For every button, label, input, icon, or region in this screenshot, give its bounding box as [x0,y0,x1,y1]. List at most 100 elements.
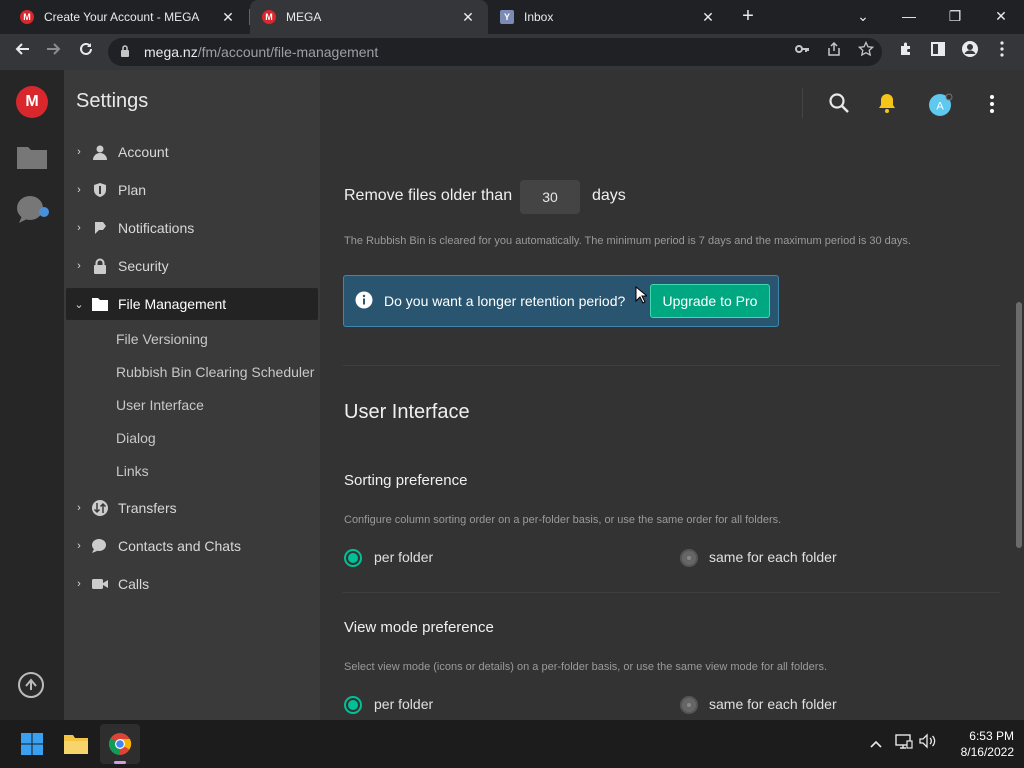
profile-icon[interactable] [958,40,982,64]
network-icon[interactable] [892,732,916,756]
windows-taskbar: 6:53 PM 8/16/2022 [0,720,1024,768]
rubbish-description: The Rubbish Bin is cleared for you autom… [344,235,911,247]
sub-item-rubbish-bin-scheduler[interactable]: Rubbish Bin Clearing Scheduler [116,360,314,384]
chat-icon [90,537,110,555]
lock-icon [120,44,136,60]
back-button[interactable] [10,40,34,64]
tab-close-icon[interactable]: ✕ [460,9,476,26]
sub-item-user-interface[interactable]: User Interface [116,393,204,417]
chevron-right-icon: › [77,578,81,590]
browser-tab-bar: M Create Your Account - MEGA ✕ M MEGA ✕ … [0,0,1024,34]
user-icon [90,143,110,161]
sorting-per-folder-label[interactable]: per folder [374,549,433,565]
browser-menu-icon[interactable] [990,40,1014,64]
sidebar-item-label: Transfers [118,500,177,516]
close-window-button[interactable]: ✕ [978,0,1024,32]
minimize-button[interactable]: — [886,0,932,32]
folder-icon [90,295,110,313]
lock-icon [90,257,110,275]
avatar[interactable]: A [928,92,953,116]
mega-favicon-icon: M [262,10,276,24]
video-icon [90,575,110,593]
chevron-right-icon: › [77,502,81,514]
tab-create-account[interactable]: M Create Your Account - MEGA ✕ [8,0,248,34]
tab-close-icon[interactable]: ✕ [220,9,236,26]
volume-icon[interactable] [916,732,940,756]
start-button[interactable] [12,724,52,764]
view-same-label[interactable]: same for each folder [709,696,837,712]
sidebar-item-plan[interactable]: › Plan [66,174,318,206]
settings-title: Settings [76,90,149,112]
view-same-radio[interactable] [680,696,698,714]
sidebar-item-account[interactable]: › Account [66,136,318,168]
notification-icon [90,219,110,237]
chrome-taskbar-button[interactable] [100,724,140,764]
scrollbar-thumb[interactable] [1016,302,1022,548]
sorting-same-radio[interactable] [680,549,698,567]
chevron-right-icon: › [77,184,81,196]
sorting-preference-title: Sorting preference [344,472,468,489]
view-per-folder-radio[interactable] [344,696,362,714]
arrow-right-icon [47,43,61,55]
extensions-icon[interactable] [894,40,918,64]
banner-text: Do you want a longer retention period? [384,293,626,309]
sub-item-dialog[interactable]: Dialog [116,426,156,450]
view-per-folder-label[interactable]: per folder [374,696,433,712]
sidebar-item-notifications[interactable]: › Notifications [66,212,318,244]
new-tab-button[interactable]: + [736,4,760,28]
days-input[interactable]: 30 [520,180,580,214]
tab-inbox[interactable]: Y Inbox ✕ [488,0,728,34]
mouse-cursor-icon [635,285,649,309]
url-path: /fm/account/file-management [197,44,379,60]
sidebar-item-security[interactable]: › Security [66,250,318,282]
reload-icon [80,42,92,55]
sidebar-item-transfers[interactable]: › Transfers [66,492,318,524]
more-options-icon[interactable] [980,92,1004,116]
show-hidden-icons-chevron-icon[interactable] [864,732,888,756]
yahoo-favicon-icon: Y [500,10,514,24]
bookmark-star-icon[interactable] [854,40,878,64]
share-icon[interactable] [822,40,846,64]
system-clock[interactable]: 6:53 PM 8/16/2022 [944,728,1014,760]
sorting-same-label[interactable]: same for each folder [709,549,837,565]
settings-sidebar: Settings › Account › Plan › Notification… [64,70,320,720]
transfer-status-icon[interactable] [16,670,48,702]
mega-logo[interactable]: M [16,86,48,118]
reload-button[interactable] [74,40,98,64]
sub-item-file-versioning[interactable]: File Versioning [116,327,208,351]
active-app-indicator [114,761,126,764]
tab-mega[interactable]: M MEGA ✕ [250,0,488,34]
tab-close-icon[interactable]: ✕ [700,9,716,26]
cloud-drive-folder-icon[interactable] [16,140,48,172]
sub-item-links[interactable]: Links [116,459,149,483]
sidebar-item-contacts-chats[interactable]: › Contacts and Chats [66,530,318,562]
main-content: A Remove files older than 30 days The Ru… [320,70,1024,720]
chrome-icon [109,733,132,755]
upgrade-to-pro-button[interactable]: Upgrade to Pro [650,284,770,318]
password-key-icon[interactable] [790,40,814,64]
chevron-right-icon: › [77,260,81,272]
file-explorer-taskbar-button[interactable] [56,724,96,764]
main-scrollbar[interactable] [1014,142,1022,720]
sidebar-item-label: Security [118,258,169,274]
sorting-per-folder-radio[interactable] [344,549,362,567]
forward-button[interactable] [42,40,66,64]
bell-icon[interactable] [876,92,900,116]
tab-search-button[interactable]: ⌄ [840,0,886,32]
chevron-right-icon: › [77,540,81,552]
windows-logo-icon [21,733,43,755]
shield-icon [90,181,110,199]
sidebar-item-calls[interactable]: › Calls [66,568,318,600]
sorting-description: Configure column sorting order on a per-… [344,514,782,526]
arrow-left-icon [15,43,29,55]
clock-time: 6:53 PM [969,729,1014,743]
chevron-down-icon: ⌄ [74,298,84,311]
address-bar[interactable]: mega.nz /fm/account/file-management [108,38,882,66]
sidebar-item-file-management[interactable]: ⌄ File Management [66,288,318,320]
chevron-right-icon: › [77,222,81,234]
svg-text:A: A [936,101,944,113]
search-icon[interactable] [828,92,852,116]
maximize-button[interactable]: ❐ [932,0,978,32]
side-panel-icon[interactable] [926,40,950,64]
chat-rail-icon[interactable] [16,194,49,226]
